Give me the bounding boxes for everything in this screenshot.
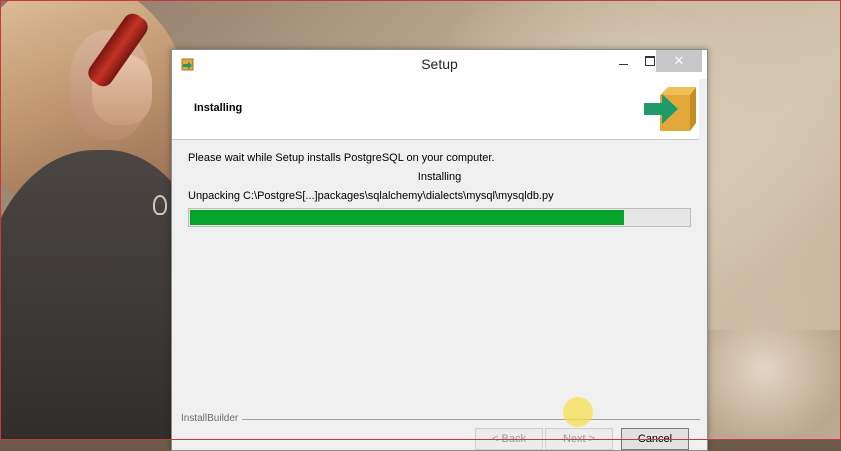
close-icon: ✕ (673, 53, 685, 69)
page-title: Installing (194, 102, 243, 114)
footer-divider (242, 419, 700, 420)
maximize-icon (645, 56, 655, 66)
install-status: Installing (417, 171, 462, 183)
wallpaper-chair (700, 330, 841, 440)
setup-window: Setup ✕ Installing Please wait while Set… (171, 49, 708, 451)
minimize-icon (618, 63, 628, 65)
heart-pendant-image (153, 195, 167, 215)
back-button[interactable]: < Back (475, 428, 543, 450)
install-message: Please wait while Setup installs Postgre… (188, 152, 495, 164)
close-button[interactable]: ✕ (656, 50, 702, 72)
current-file-label: Unpacking C:\PostgreS[...]packages\sqlal… (188, 190, 554, 202)
install-progress-bar (188, 208, 691, 227)
page-header: Installing (172, 79, 699, 140)
mouse-cursor-highlight (563, 397, 593, 427)
title-bar[interactable]: Setup ✕ (172, 50, 707, 79)
progress-fill (190, 210, 624, 225)
cancel-button[interactable]: Cancel (621, 428, 689, 450)
install-box-icon (644, 87, 696, 131)
next-button[interactable]: Next > (545, 428, 613, 450)
installbuilder-label: InstallBuilder (181, 413, 239, 424)
